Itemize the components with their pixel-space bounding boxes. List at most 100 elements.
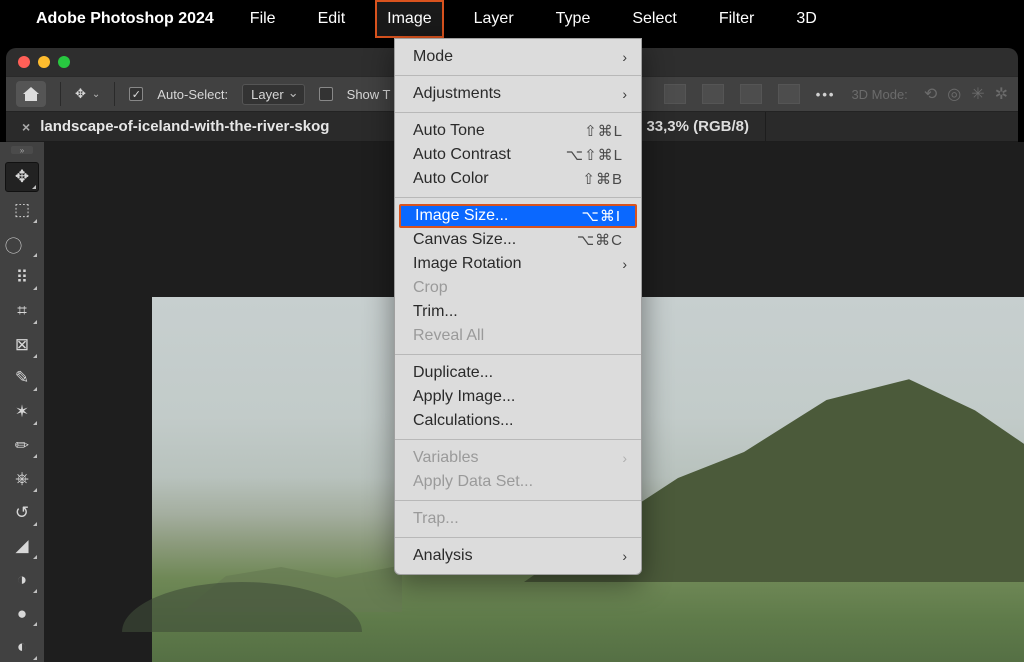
quick-selection-tool[interactable]: ⠿: [5, 263, 39, 293]
separator: [114, 82, 115, 106]
close-window-button[interactable]: [18, 56, 30, 68]
3d-light-icon[interactable]: ✲: [995, 84, 1008, 104]
move-tool[interactable]: ✥: [5, 162, 39, 192]
menu-item-auto-tone[interactable]: Auto Tone⇧⌘L: [395, 119, 641, 143]
menu-item-canvas-size[interactable]: Canvas Size...⌥⌘C: [395, 228, 641, 252]
menu-item-label: Mode: [413, 48, 453, 66]
submenu-arrow-icon: ›: [622, 86, 627, 102]
menu-separator: [395, 197, 641, 198]
menu-item-label: Trim...: [413, 303, 458, 321]
clone-stamp-tool[interactable]: ⎈: [5, 464, 39, 494]
menu-separator: [395, 354, 641, 355]
menu-item-label: Calculations...: [413, 412, 514, 430]
document-name: landscape-of-iceland-with-the-river-skog: [40, 118, 329, 135]
menu-separator: [395, 75, 641, 76]
zoom-window-button[interactable]: [58, 56, 70, 68]
submenu-arrow-icon: ›: [622, 548, 627, 564]
menu-item-duplicate[interactable]: Duplicate...: [395, 361, 641, 385]
menu-item-label: Image Rotation: [413, 255, 522, 273]
move-tool-indicator[interactable]: ✥ ⌄: [75, 86, 100, 102]
document-status: 33,3% (RGB/8): [646, 118, 749, 135]
auto-select-dropdown[interactable]: Layer: [242, 84, 305, 105]
document-tab[interactable]: × landscape-of-iceland-with-the-river-sk…: [6, 112, 766, 141]
submenu-arrow-icon: ›: [622, 49, 627, 65]
menu-item-label: Duplicate...: [413, 364, 493, 382]
tool-flyout-indicator-icon: [33, 555, 37, 559]
macos-menubar: Adobe Photoshop 2024 File Edit Image Lay…: [0, 0, 1024, 38]
show-transform-checkbox[interactable]: [319, 87, 333, 101]
menu-item-label: Canvas Size...: [413, 231, 516, 249]
menu-item-adjustments[interactable]: Adjustments ›: [395, 82, 641, 106]
menu-item-image-rotation[interactable]: Image Rotation ›: [395, 252, 641, 276]
menu-item-calculations[interactable]: Calculations...: [395, 409, 641, 433]
tool-flyout-indicator-icon: [33, 454, 37, 458]
auto-select-checkbox[interactable]: [129, 87, 143, 101]
3d-orbit-icon[interactable]: ⟲: [924, 84, 937, 104]
minimize-window-button[interactable]: [38, 56, 50, 68]
frame-tool[interactable]: ⊠: [5, 330, 39, 360]
menu-item-image-size[interactable]: Image Size...⌥⌘I: [399, 204, 637, 228]
menu-item-label: Crop: [413, 279, 448, 297]
submenu-arrow-icon: ›: [622, 450, 627, 466]
gradient-tool[interactable]: ◑: [5, 565, 39, 595]
tools-panel: » ✥ ⬚⃝ ⠿⌗ ⊠ ✎✶ ✏⎈ ↺ ◢◑ ●◐: [0, 142, 44, 662]
menu-item-label: Adjustments: [413, 85, 501, 103]
menu-item-auto-color[interactable]: Auto Color⇧⌘B: [395, 167, 641, 191]
options-bar-right: ••• 3D Mode: ⟲ ◎ ✳ ✲: [664, 84, 1008, 104]
tool-flyout-indicator-icon: [33, 286, 37, 290]
menu-item-label: Variables: [413, 449, 479, 467]
eraser-tool[interactable]: ◢: [5, 532, 39, 562]
crop-tool[interactable]: ⌗: [5, 296, 39, 326]
eyedropper-tool[interactable]: ✎: [5, 364, 39, 394]
menu-item-label: Auto Contrast: [413, 146, 511, 164]
menu-edit[interactable]: Edit: [306, 0, 358, 38]
menu-item-reveal-all: Reveal All: [395, 324, 641, 348]
menu-separator: [395, 112, 641, 113]
3d-mode-label: 3D Mode:: [851, 87, 907, 102]
menu-separator: [395, 439, 641, 440]
dodge-tool[interactable]: ◐: [5, 632, 39, 662]
tool-flyout-indicator-icon: [33, 488, 37, 492]
show-transform-label: Show T: [347, 87, 391, 102]
menu-item-trim[interactable]: Trim...: [395, 300, 641, 324]
menu-file[interactable]: File: [238, 0, 288, 38]
menu-item-auto-contrast[interactable]: Auto Contrast ⌥⇧⌘L: [395, 143, 641, 167]
brush-tool[interactable]: ✏: [5, 431, 39, 461]
align-button-1[interactable]: [664, 84, 686, 104]
menu-item-apply-image[interactable]: Apply Image...: [395, 385, 641, 409]
lasso-tool[interactable]: ⃝: [5, 229, 39, 259]
menu-item-crop: Crop: [395, 276, 641, 300]
menu-filter[interactable]: Filter: [707, 0, 767, 38]
marquee-tool[interactable]: ⬚: [5, 196, 39, 226]
align-button-2[interactable]: [702, 84, 724, 104]
close-tab-icon[interactable]: ×: [22, 119, 30, 135]
menu-item-label: Apply Data Set...: [413, 473, 533, 491]
menu-separator: [395, 500, 641, 501]
tool-flyout-indicator-icon: [33, 354, 37, 358]
menu-3d[interactable]: 3D: [784, 0, 828, 38]
align-button-3[interactable]: [740, 84, 762, 104]
menu-item-shortcut: ⌥⌘I: [582, 207, 621, 225]
menu-image[interactable]: Image: [375, 0, 443, 38]
tool-flyout-indicator-icon: [33, 253, 37, 257]
tool-flyout-indicator-icon: [33, 320, 37, 324]
menu-item-analysis[interactable]: Analysis›: [395, 544, 641, 568]
menu-item-apply-data-set: Apply Data Set...: [395, 470, 641, 494]
history-brush-tool[interactable]: ↺: [5, 498, 39, 528]
3d-sphere-icon[interactable]: ◎: [947, 84, 961, 104]
toolstrip-collapse-handle[interactable]: »: [11, 146, 33, 154]
menu-item-label: Auto Tone: [413, 122, 485, 140]
align-button-4[interactable]: [778, 84, 800, 104]
blur-tool[interactable]: ●: [5, 599, 39, 629]
menu-item-mode[interactable]: Mode ›: [395, 45, 641, 69]
menu-type[interactable]: Type: [544, 0, 603, 38]
healing-brush-tool[interactable]: ✶: [5, 397, 39, 427]
submenu-arrow-icon: ›: [622, 256, 627, 272]
tool-flyout-indicator-icon: [33, 522, 37, 526]
menu-item-shortcut: ⌥⇧⌘L: [566, 146, 623, 164]
3d-axis-icon[interactable]: ✳: [971, 84, 984, 104]
menu-layer[interactable]: Layer: [462, 0, 526, 38]
more-options-button[interactable]: •••: [816, 87, 836, 102]
home-button[interactable]: [16, 81, 46, 107]
menu-select[interactable]: Select: [620, 0, 688, 38]
